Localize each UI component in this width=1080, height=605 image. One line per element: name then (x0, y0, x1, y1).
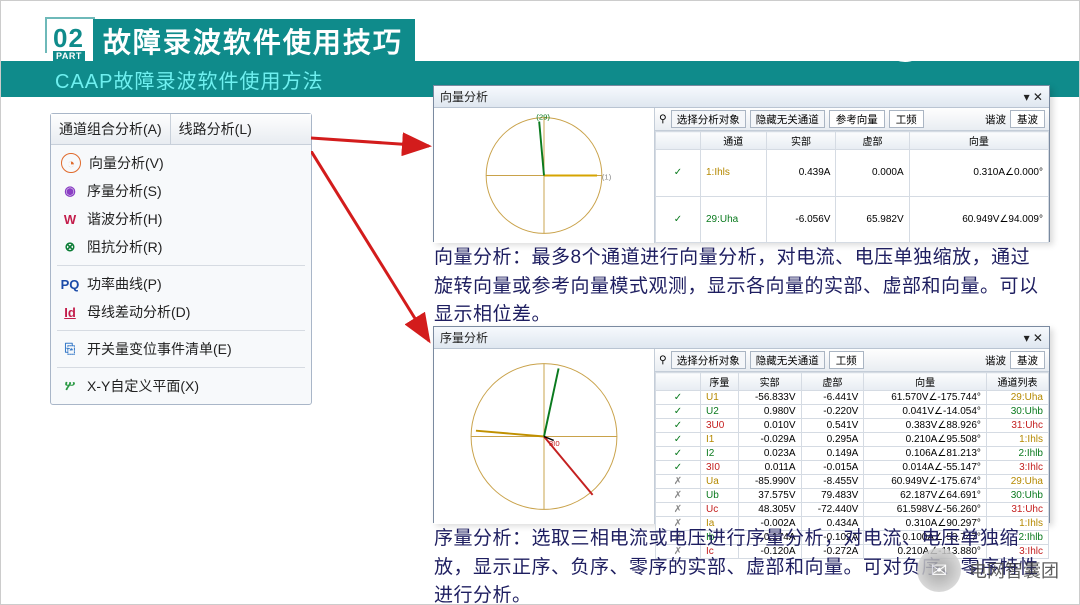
menu-item-label: 开关量变位事件清单(E) (87, 339, 232, 359)
analysis-menu: 通道组合分析(A) 线路分析(L) ◔ 向量分析(V) ◉ 序量分析(S) W 谐波分析(… (50, 113, 312, 405)
title-block: 02 PART 故障录波软件使用技巧 (51, 19, 415, 65)
svg-text:(1): (1) (602, 172, 612, 181)
svg-text:3I0: 3I0 (549, 439, 560, 448)
vector-table: 通道实部虚部向量 ✓1:Ihls0.439A0.000A0.310A∠0.000… (655, 131, 1049, 243)
menu-item-harm[interactable]: W 谐波分析(H) (51, 205, 311, 233)
menu-item-label: 阻抗分析(R) (87, 237, 162, 257)
arrow-to-sequence (311, 151, 441, 351)
close-icon[interactable]: ▾ ✕ (1024, 331, 1043, 345)
watermark-text: 电网智囊团 (969, 557, 1059, 583)
harmonic-label: 谐波 (985, 353, 1006, 368)
vector-plot: (1) (29) (434, 108, 655, 243)
state-grid-logo (879, 11, 931, 63)
menu-item-pq[interactable]: PQ 功率曲线(P) (51, 270, 311, 298)
table-row[interactable]: ✓29:Uha-6.056V65.982V60.949V∠94.009° (656, 196, 1049, 243)
pick-target-button[interactable]: 选择分析对象 (671, 110, 746, 128)
menu-item-id[interactable]: Id 母线差动分析(D) (51, 298, 311, 326)
wechat-icon: ✉ (917, 548, 961, 592)
page-subtitle: CAAP故障录波软件使用方法 (55, 65, 323, 94)
menu-item-sw[interactable]: ⎘ 开关量变位事件清单(E) (51, 335, 311, 363)
vector-explain: 向量分析：最多8个通道进行向量分析，对电流、电压单独缩放，通过旋转向量或参考向量… (434, 244, 1048, 330)
harmonic-label: 谐波 (985, 112, 1006, 127)
harm-icon: W (61, 210, 79, 228)
win1-title: 向量分析 (440, 88, 488, 105)
menu-item-label: 向量分析(V) (89, 153, 164, 173)
table-row[interactable]: ✓3I00.011A-0.015A0.014A∠-55.147°3:Ihlc (656, 461, 1049, 475)
win1-titlebar: 向量分析 ▾ ✕ (434, 86, 1049, 108)
freq-combo[interactable]: 工频 (889, 110, 924, 128)
hide-channels-button[interactable]: 隐藏无关通道 (750, 351, 825, 369)
menu-item-imp[interactable]: ⊗ 阻抗分析(R) (51, 233, 311, 261)
win2-toolbar: ⚲ 选择分析对象 隐藏无关通道 工频 谐波 基波 (655, 349, 1049, 372)
menu-item-label: 序量分析(S) (87, 181, 162, 201)
sequence-plot: 3I0 (434, 349, 655, 524)
svg-text:(29): (29) (536, 113, 550, 122)
pick-target-button[interactable]: 选择分析对象 (671, 351, 746, 369)
part-number: 02 PART (51, 19, 87, 65)
table-row[interactable]: ✓U1-56.833V-6.441V61.570V∠-175.744°29:Uh… (656, 391, 1049, 405)
pq-icon: PQ (61, 275, 79, 293)
id-icon: Id (61, 303, 79, 321)
freq-combo[interactable]: 工频 (829, 351, 864, 369)
brand-cn: 国家电网 (941, 12, 1049, 47)
menu-tabs: 通道组合分析(A) 线路分析(L) (51, 114, 311, 145)
harmonic-value[interactable]: 基波 (1010, 110, 1045, 128)
win2-title: 序量分析 (440, 329, 488, 346)
table-row[interactable]: ✓I1-0.029A0.295A0.210A∠95.508°1:Ihls (656, 433, 1049, 447)
win1-toolbar: ⚲ 选择分析对象 隐藏无关通道 参考向量 工频 谐波 基波 (655, 108, 1049, 131)
table-row[interactable]: ✓U20.980V-0.220V0.041V∠-14.054°30:Uhb (656, 405, 1049, 419)
xy-icon: ሦ (61, 377, 79, 395)
menu-item-label: 谐波分析(H) (87, 209, 162, 229)
win2-titlebar: 序量分析 ▾ ✕ (434, 327, 1049, 349)
vector-analysis-window: 向量分析 ▾ ✕ (1) (29) ⚲ 选择分析对象 隐藏无关 (433, 85, 1050, 242)
page-title: 故障录波软件使用技巧 (93, 19, 415, 65)
table-row[interactable]: ✓3U00.010V0.541V0.383V∠88.926°31:Uhc (656, 419, 1049, 433)
brand-en: STATE GRID (941, 47, 1049, 62)
menu-item-label: 母线差动分析(D) (87, 302, 190, 322)
menu-item-label: 功率曲线(P) (87, 274, 162, 294)
hide-channels-button[interactable]: 隐藏无关通道 (750, 110, 825, 128)
ref-vector-field[interactable]: 参考向量 (829, 110, 885, 128)
close-icon[interactable]: ▾ ✕ (1024, 90, 1043, 104)
watermark: ✉ 电网智囊团 (917, 548, 1059, 592)
tool-icon[interactable]: ⚲ (659, 113, 667, 125)
menu-item-label: X-Y自定义平面(X) (87, 376, 199, 396)
tab-line-analysis[interactable]: 线路分析(L) (171, 114, 260, 144)
vec-icon: ◔ (61, 153, 81, 173)
slide: 02 PART 故障录波软件使用技巧 CAAP故障录波软件使用方法 国家电网 S… (0, 0, 1080, 605)
table-row[interactable]: ✓1:Ihls0.439A0.000A0.310A∠0.000° (656, 150, 1049, 197)
imp-icon: ⊗ (61, 238, 79, 256)
sequence-analysis-window: 序量分析 ▾ ✕ 3I0 ⚲ 选择分析对象 (433, 326, 1050, 523)
seq-icon: ◉ (61, 182, 79, 200)
harmonic-value[interactable]: 基波 (1010, 351, 1045, 369)
brand-block: 国家电网 STATE GRID (879, 11, 1049, 63)
table-row[interactable]: ✓I20.023A0.149A0.106A∠81.213°2:Ihlb (656, 447, 1049, 461)
menu-item-xy[interactable]: ሦ X-Y自定义平面(X) (51, 372, 311, 400)
menu-item-vec[interactable]: ◔ 向量分析(V) (51, 149, 311, 177)
tab-channel-combo[interactable]: 通道组合分析(A) (51, 114, 171, 144)
table-row[interactable]: ✗Ua-85.990V-8.455V60.949V∠-175.674°29:Uh… (656, 475, 1049, 489)
arrow-to-vector (311, 131, 441, 161)
menu-item-seq[interactable]: ◉ 序量分析(S) (51, 177, 311, 205)
table-row[interactable]: ✗Ub37.575V79.483V62.187V∠64.691°30:Uhb (656, 489, 1049, 503)
tool-icon[interactable]: ⚲ (659, 354, 667, 366)
sw-icon: ⎘ (61, 340, 79, 358)
table-row[interactable]: ✗Uc48.305V-72.440V61.598V∠-56.260°31:Uhc (656, 503, 1049, 517)
